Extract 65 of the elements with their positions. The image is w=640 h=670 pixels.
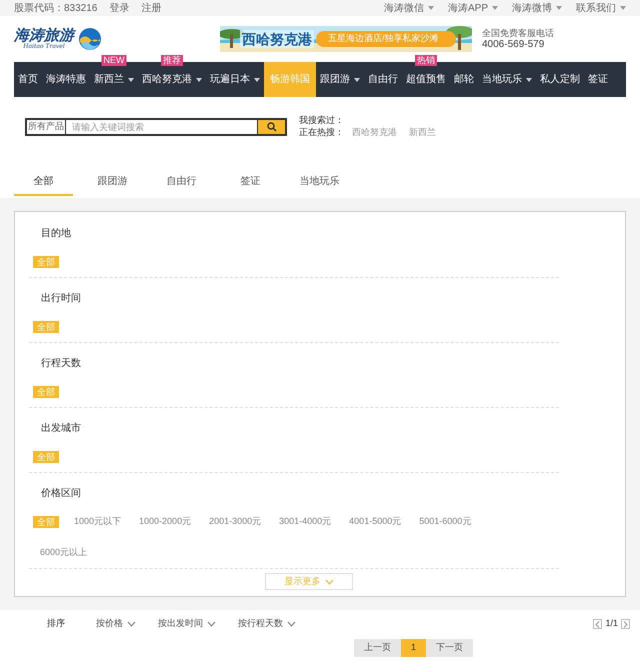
- filter-title: 目的地: [40, 226, 72, 240]
- filter-option[interactable]: 1000-2000元: [139, 514, 192, 528]
- filter-option[interactable]: 3001-4000元: [279, 514, 332, 528]
- page-indicator: 1/1: [605, 617, 618, 630]
- filter-tab[interactable]: 全部: [14, 168, 73, 196]
- next-page-button[interactable]: [621, 619, 630, 629]
- page-button[interactable]: 下一页: [426, 639, 474, 657]
- search-field[interactable]: 所有产品 请输入关键词搜索: [25, 118, 287, 136]
- top-link[interactable]: 海涛APP: [448, 0, 498, 16]
- filter-option[interactable]: 1000元以下: [74, 514, 122, 528]
- hotline-number: 4006-569-579: [482, 39, 546, 50]
- filter-tab[interactable]: 自由行: [152, 168, 211, 196]
- top-link[interactable]: 注册: [141, 0, 162, 16]
- filter-title: 出发城市: [40, 422, 82, 436]
- filter-title: 价格区间: [40, 486, 82, 500]
- nav-item[interactable]: 首页: [14, 62, 42, 97]
- top-link[interactable]: 登录: [109, 0, 130, 16]
- nav-badge: 推荐: [161, 55, 183, 66]
- category-select[interactable]: 所有产品: [27, 120, 66, 134]
- filter-option[interactable]: 2001-3000元: [209, 514, 262, 528]
- banner-title: 西哈努克港: [240, 30, 314, 48]
- filter-option[interactable]: 4001-5000元: [349, 514, 402, 528]
- history-label: 我搜索过：: [299, 114, 345, 126]
- nav-item[interactable]: 当地玩乐: [478, 62, 536, 97]
- hot-label: 正在热搜：: [299, 126, 344, 138]
- chevron-down-icon: [207, 621, 216, 627]
- top-link[interactable]: 海涛微博: [512, 0, 562, 16]
- stock-code: 股票代码：833216: [14, 2, 98, 16]
- nav-item[interactable]: 签证: [584, 62, 612, 97]
- top-link[interactable]: 海涛微信: [384, 0, 434, 16]
- hotline-label: 全国免费客服电话: [482, 28, 554, 39]
- logo-text: 海涛旅游: [14, 27, 74, 43]
- wave-logo-icon: [78, 27, 102, 51]
- chevron-right-icon: [623, 620, 628, 628]
- nav-item[interactable]: 私人定制: [536, 62, 584, 97]
- nav-item[interactable]: 海涛特惠: [42, 62, 90, 97]
- filter-option[interactable]: 6000元以上: [40, 546, 88, 560]
- page-button[interactable]: 上一页: [354, 639, 401, 657]
- chevron-down-icon: [324, 578, 334, 584]
- previous-page-button[interactable]: [593, 619, 602, 629]
- top-link[interactable]: 联系我们: [576, 0, 626, 16]
- nav-item[interactable]: 邮轮: [450, 62, 478, 97]
- filter-tab[interactable]: 跟团游: [83, 168, 142, 196]
- chevron-down-icon: [287, 621, 296, 627]
- nav-badge: NEW: [102, 55, 126, 66]
- filter-tab[interactable]: 当地玩乐: [290, 168, 349, 196]
- nav-item[interactable]: 自由行: [364, 62, 402, 97]
- sort-option[interactable]: 按行程天数: [238, 617, 296, 631]
- nav-badge: 热销: [415, 55, 437, 66]
- nav-item[interactable]: 跟团游: [316, 62, 364, 97]
- chevron-left-icon: [595, 620, 600, 628]
- chevron-down-icon: [127, 621, 136, 627]
- search-button[interactable]: [257, 120, 285, 134]
- page-button[interactable]: 1: [401, 639, 426, 657]
- sort-option[interactable]: 按出发时间: [158, 617, 216, 631]
- banner-slogan: 五星海边酒店/独享私家沙滩: [328, 32, 439, 46]
- search-icon: [266, 122, 276, 132]
- filter-title: 出行时间: [40, 292, 82, 306]
- filter-title: 行程天数: [40, 356, 82, 370]
- search-input[interactable]: 请输入关键词搜索: [66, 121, 257, 133]
- sort-option[interactable]: 按价格: [96, 617, 136, 631]
- nav-item[interactable]: 玩遍日本: [206, 62, 264, 97]
- filter-tab[interactable]: 签证: [221, 168, 280, 196]
- filter-option[interactable]: 5001-6000元: [419, 514, 472, 528]
- sort-label: 排序: [47, 617, 65, 630]
